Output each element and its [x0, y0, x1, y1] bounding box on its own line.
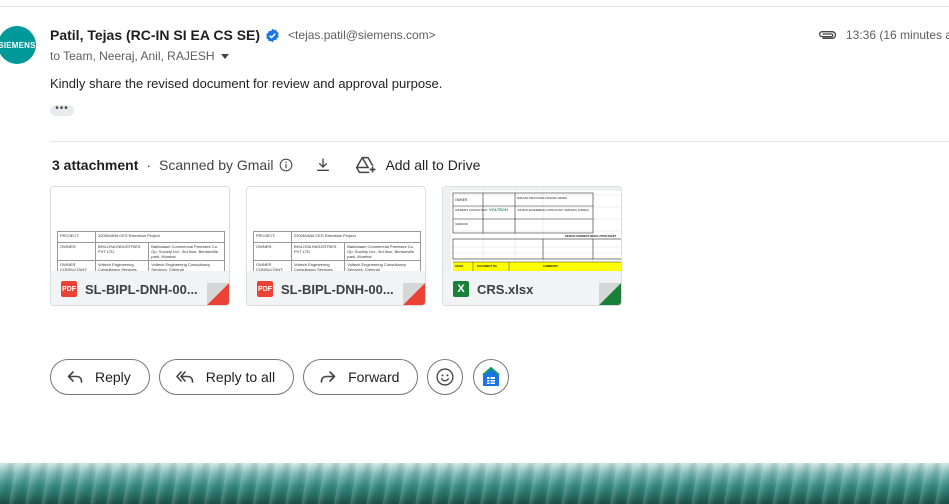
- preview-cell: PROJECT:: [253, 231, 292, 243]
- page-curl: [207, 283, 229, 305]
- xlsx-consultant-label: OWNER'S CONSULTANT: [455, 208, 488, 212]
- preview-cell: Voltech Engineering Consultancy Services…: [344, 260, 421, 271]
- preview-cell: 2200kVA/kt CES Extension Project: [94, 231, 226, 243]
- preview-cell: Voltech Engineering Consultancy Services…: [290, 260, 346, 271]
- recipients-text: to Team, Neeraj, Anil, RAJESH: [50, 49, 215, 63]
- pdf-file-icon: PDF: [257, 281, 273, 297]
- xlsx-col-docno: DOCUMENT NO.: [477, 264, 498, 268]
- xlsx-owner-value: BHILOSA INDUSTRIES PRIVATE LIMITED: [517, 196, 567, 200]
- reply-label: Reply: [95, 369, 131, 385]
- document-preview-table: PROJECT: 2200kVA/kt CES Extension Project…: [253, 231, 422, 271]
- attachment-footer: PDF SL-BIPL-DNH-00...: [51, 271, 229, 305]
- attachment-preview: PROJECT: 2200kVA/kt CES Extension Project…: [247, 187, 425, 271]
- attachment-footer: PDF SL-BIPL-DNH-00...: [247, 271, 425, 305]
- attachment-filename: CRS.xlsx: [477, 281, 534, 297]
- xlsx-header-band: DESIGN COMMENT RESOLUTION SHEET: [565, 234, 617, 238]
- add-to-sheets-button[interactable]: [473, 359, 510, 395]
- message-actions: Reply Reply to all Forward: [50, 359, 519, 395]
- attachment-clip-icon: [819, 31, 837, 39]
- verified-badge-icon: [266, 28, 279, 42]
- page-curl: [403, 283, 425, 305]
- background-wallpaper-strip: [0, 463, 949, 504]
- top-divider: [0, 6, 949, 7]
- download-all-icon[interactable]: [315, 157, 331, 173]
- preview-cell: Voltech Engineering Consultancy Services…: [94, 260, 150, 271]
- reply-button[interactable]: Reply: [50, 359, 150, 395]
- avatar-logo-text: SIEMENS: [0, 40, 36, 50]
- scanned-by-gmail-label: Scanned by Gmail: [159, 157, 274, 173]
- forward-label: Forward: [348, 369, 400, 385]
- attachments-divider: [50, 141, 949, 142]
- info-icon[interactable]: [279, 158, 293, 172]
- attachment-filename: SL-BIPL-DNH-00...: [85, 281, 198, 297]
- sender-line: Patil, Tejas (RC-IN SI EA CS SE) <tejas.…: [50, 27, 436, 43]
- sender-avatar[interactable]: SIEMENS: [0, 26, 36, 64]
- forward-arrow-icon: [320, 371, 336, 383]
- spreadsheet-preview: OWNER BHILOSA INDUSTRIES PRIVATE LIMITED…: [443, 187, 621, 271]
- attachment-preview: PROJECT: 2200kVA/kt CES Extension Project…: [51, 187, 229, 271]
- preview-cell: Bakhatauri Commercial Premises Co. Op. S…: [148, 242, 225, 261]
- attachment-filename: SL-BIPL-DNH-00...: [281, 281, 394, 297]
- sheets-home-icon: [482, 367, 501, 386]
- reply-all-arrow-icon: [175, 371, 194, 383]
- attachments-header: 3 attachment · Scanned by Gmail Add all …: [52, 156, 480, 174]
- recipients-line[interactable]: to Team, Neeraj, Anil, RAJESH: [50, 49, 229, 63]
- page-curl: [599, 283, 621, 305]
- reply-all-label: Reply to all: [205, 369, 276, 385]
- smiley-icon: [436, 368, 455, 386]
- sender-email: <tejas.patil@siemens.com>: [288, 28, 436, 42]
- show-details-caret-icon[interactable]: [220, 53, 229, 59]
- pdf-file-icon: PDF: [61, 281, 77, 297]
- add-to-drive-icon[interactable]: [355, 156, 377, 174]
- attachment-card[interactable]: PROJECT: 2200kVA/kt CES Extension Project…: [50, 186, 230, 306]
- xlsx-vendor-label: VENDOR: [455, 222, 469, 226]
- xlsx-owner-label: OWNER: [455, 198, 468, 202]
- preview-cell: 2200kVA/kt CES Extension Project: [290, 231, 422, 243]
- attachment-preview: OWNER BHILOSA INDUSTRIES PRIVATE LIMITED…: [443, 187, 621, 271]
- message-time: 13:36 (16 minutes ag: [846, 28, 949, 42]
- forward-button[interactable]: Forward: [303, 359, 419, 395]
- preview-cell: Bakhatauri Commercial Premises Co. Op. S…: [344, 242, 421, 261]
- reply-arrow-icon: [67, 371, 83, 383]
- message-body: Kindly share the revised document for re…: [50, 76, 443, 91]
- add-all-to-drive-label[interactable]: Add all to Drive: [385, 157, 480, 173]
- preview-cell: OWNER:: [253, 242, 292, 261]
- preview-cell: OWNER:: [57, 242, 96, 261]
- xlsx-col-comments: COMMENTS: [543, 264, 558, 268]
- attachment-count: 3 attachment: [52, 157, 139, 173]
- xlsx-col-srno: SR.NO: [455, 264, 463, 268]
- reply-all-button[interactable]: Reply to all: [158, 359, 295, 395]
- document-preview-table: PROJECT: 2200kVA/kt CES Extension Project…: [57, 231, 226, 271]
- emoji-reaction-button[interactable]: [427, 359, 464, 395]
- sender-name[interactable]: Patil, Tejas (RC-IN SI EA CS SE): [50, 27, 260, 43]
- preview-cell: BHILOSA INDUSTRIES PVT LTD.: [94, 242, 150, 261]
- separator-dot: ·: [146, 157, 152, 173]
- preview-cell: BHILOSA INDUSTRIES PVT LTD.: [290, 242, 346, 261]
- preview-cell: OWNER CONSULTANT:: [253, 260, 292, 271]
- excel-file-icon: X: [453, 281, 469, 297]
- preview-cell: Voltech Engineering Consultancy Services…: [148, 260, 225, 271]
- attachment-card[interactable]: PROJECT: 2200kVA/kt CES Extension Project…: [246, 186, 426, 306]
- message-meta: 13:36 (16 minutes ag: [818, 28, 949, 42]
- attachment-footer: X CRS.xlsx: [443, 271, 621, 305]
- xlsx-consultant-value: VOLTECH ENGINEERING CONSULTANCY SERVICES…: [517, 209, 589, 212]
- preview-cell: PROJECT:: [57, 231, 96, 243]
- attachment-card[interactable]: OWNER BHILOSA INDUSTRIES PRIVATE LIMITED…: [442, 186, 622, 306]
- show-trimmed-content-button[interactable]: •••: [50, 104, 74, 116]
- preview-cell: OWNER CONSULTANT:: [57, 260, 96, 271]
- voltech-logo-text: VOLTECH: [489, 207, 508, 212]
